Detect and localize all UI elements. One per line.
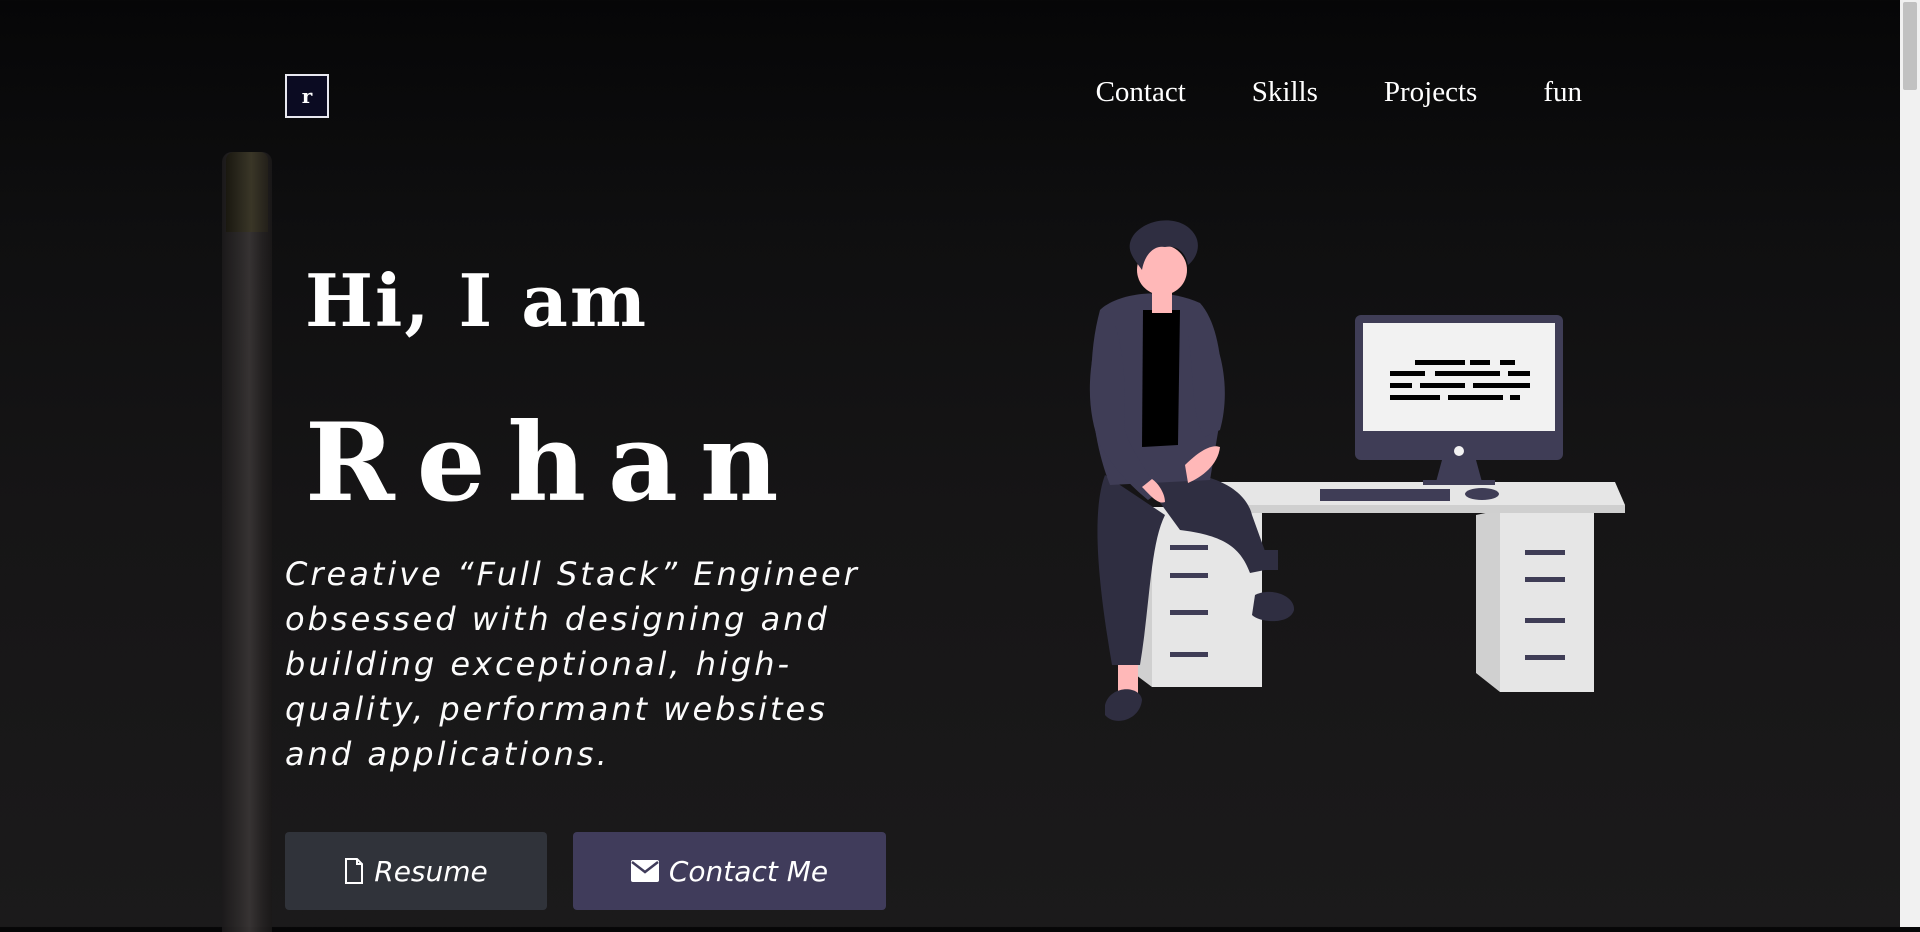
monitor [1355,315,1563,485]
nav-item-skills[interactable]: Skills [1252,72,1318,112]
envelope-icon [630,860,659,882]
resume-button[interactable]: Resume [285,832,547,910]
vertical-scrollbar[interactable] [1900,0,1920,927]
resume-button-label: Resume [374,854,488,888]
nav-item-projects[interactable]: Projects [1384,72,1477,112]
nav-item-contact[interactable]: Contact [1096,72,1186,112]
scrollbar-thumb[interactable] [1903,2,1917,90]
main-nav: Contact Skills Projects fun [1096,72,1582,112]
hero-name: Rehan [305,400,801,526]
pencil-body [222,152,272,932]
hero-greeting: Hi, I am [305,258,649,343]
developer-desk-illustration [1070,215,1640,749]
nav-item-fun[interactable]: fun [1543,72,1582,112]
pencil-cap [226,152,268,232]
contact-button-label: Contact Me [668,854,829,888]
mouse [1465,488,1499,500]
contact-me-button[interactable]: Contact Me [573,832,886,910]
logo[interactable]: r [285,74,329,118]
logo-letter: r [301,84,313,108]
desk-right-drawers [1476,510,1594,692]
hero-tagline: Creative “Full Stack” Engineer obsessed … [285,555,860,773]
keyboard [1320,489,1450,501]
file-icon [344,858,364,884]
